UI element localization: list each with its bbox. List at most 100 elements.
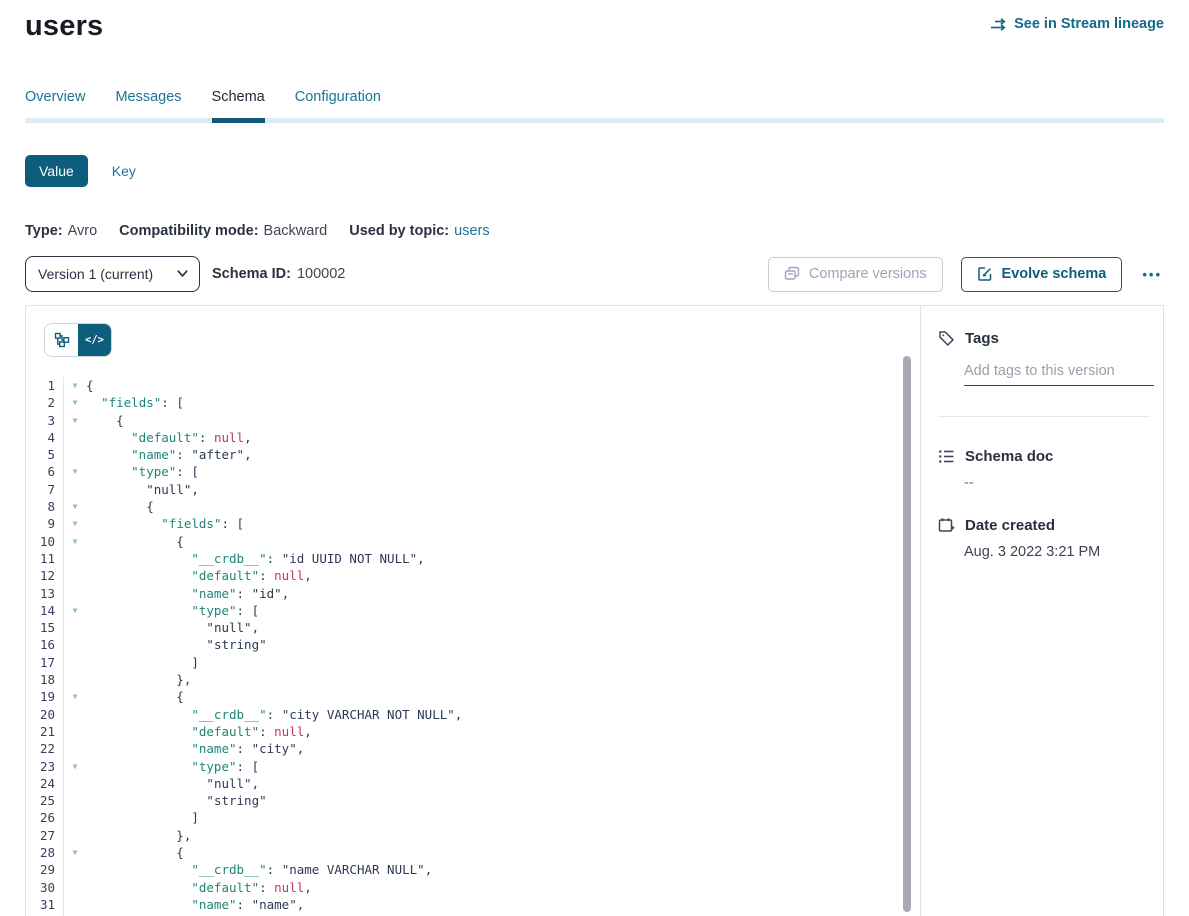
version-bar: Version 1 (current) Schema ID: 100002 bbox=[25, 256, 1164, 292]
fold-toggle-icon[interactable]: ▼ bbox=[64, 394, 86, 411]
fold-spacer bbox=[64, 775, 86, 792]
fold-toggle-icon[interactable]: ▼ bbox=[64, 688, 86, 705]
code-text: { bbox=[86, 412, 920, 429]
code-text: "__crdb__": "city VARCHAR NOT NULL", bbox=[86, 706, 920, 723]
code-line: 10▼ { bbox=[26, 533, 920, 550]
line-number: 6 bbox=[26, 463, 64, 480]
code-view-button[interactable]: </> bbox=[78, 324, 111, 356]
line-number: 27 bbox=[26, 827, 64, 844]
tab-overview[interactable]: Overview bbox=[25, 89, 85, 118]
page-header: users See in Stream lineage bbox=[25, 0, 1164, 43]
line-number: 31 bbox=[26, 896, 64, 913]
code-text: { bbox=[86, 844, 920, 861]
code-text: }, bbox=[86, 827, 920, 844]
tags-section: Tags bbox=[938, 330, 1150, 417]
evolve-schema-label: Evolve schema bbox=[1002, 266, 1107, 282]
code-line: 8▼ { bbox=[26, 498, 920, 515]
fold-toggle-icon[interactable]: ▼ bbox=[64, 533, 86, 550]
fold-toggle-icon[interactable]: ▼ bbox=[64, 377, 86, 394]
fold-toggle-icon[interactable]: ▼ bbox=[64, 463, 86, 480]
code-text: "name": "name", bbox=[86, 896, 920, 913]
code-text: { bbox=[86, 688, 920, 705]
line-number: 16 bbox=[26, 636, 64, 653]
version-select[interactable]: Version 1 (current) bbox=[25, 256, 200, 292]
code-line: 7 "null", bbox=[26, 481, 920, 498]
schema-page: users See in Stream lineage Overview Mes… bbox=[0, 0, 1189, 916]
line-number: 29 bbox=[26, 861, 64, 878]
schema-workspace: </> 1▼{2▼ "fields": [3▼ {4 "default": nu… bbox=[25, 305, 1164, 916]
code-text: "string" bbox=[86, 792, 920, 809]
compatibility-value: Backward bbox=[264, 223, 328, 239]
schema-json-code: 1▼{2▼ "fields": [3▼ {4 "default": null,5… bbox=[26, 377, 920, 916]
code-text: { bbox=[86, 377, 920, 394]
schema-id-value: 100002 bbox=[297, 266, 345, 282]
fold-toggle-icon[interactable]: ▼ bbox=[64, 602, 86, 619]
code-line: 3▼ { bbox=[26, 412, 920, 429]
fold-toggle-icon[interactable]: ▼ bbox=[64, 412, 86, 429]
see-in-stream-lineage-link[interactable]: See in Stream lineage bbox=[990, 16, 1164, 32]
fold-spacer bbox=[64, 446, 86, 463]
line-number: 4 bbox=[26, 429, 64, 446]
code-line: 27 }, bbox=[26, 827, 920, 844]
schema-type: Type: Avro bbox=[25, 223, 97, 239]
line-number: 2 bbox=[26, 394, 64, 411]
compatibility-label: Compatibility mode: bbox=[119, 223, 258, 239]
line-number: 8 bbox=[26, 498, 64, 515]
fold-spacer bbox=[64, 809, 86, 826]
code-line: 11 "__crdb__": "id UUID NOT NULL", bbox=[26, 550, 920, 567]
type-label: Type: bbox=[25, 223, 63, 239]
code-line: 18 }, bbox=[26, 671, 920, 688]
code-line: 22 "name": "city", bbox=[26, 740, 920, 757]
fold-spacer bbox=[64, 706, 86, 723]
line-number: 14 bbox=[26, 602, 64, 619]
code-line: 6▼ "type": [ bbox=[26, 463, 920, 480]
value-toggle-button[interactable]: Value bbox=[25, 155, 88, 187]
code-text: "fields": [ bbox=[86, 515, 920, 532]
code-text: "__crdb__": "id UUID NOT NULL", bbox=[86, 550, 920, 567]
code-line: 12 "default": null, bbox=[26, 567, 920, 584]
code-text: }, bbox=[86, 671, 920, 688]
code-line: 1▼{ bbox=[26, 377, 920, 394]
fold-toggle-icon[interactable]: ▼ bbox=[64, 515, 86, 532]
compare-versions-button[interactable]: Compare versions bbox=[768, 257, 943, 292]
more-actions-button[interactable]: ••• bbox=[1140, 267, 1164, 282]
evolve-schema-button[interactable]: Evolve schema bbox=[961, 257, 1123, 292]
line-number: 21 bbox=[26, 723, 64, 740]
schema-doc-header: Schema doc bbox=[938, 448, 1150, 465]
tags-title: Tags bbox=[965, 330, 999, 347]
tag-icon bbox=[938, 330, 955, 347]
vertical-scrollbar[interactable] bbox=[903, 356, 911, 912]
code-text: "name": "id", bbox=[86, 585, 920, 602]
fold-spacer bbox=[64, 740, 86, 757]
fold-toggle-icon[interactable]: ▼ bbox=[64, 758, 86, 775]
code-line: 23▼ "type": [ bbox=[26, 758, 920, 775]
add-tags-input[interactable] bbox=[964, 361, 1154, 386]
line-number: 19 bbox=[26, 688, 64, 705]
tab-configuration[interactable]: Configuration bbox=[295, 89, 381, 118]
code-line: 9▼ "fields": [ bbox=[26, 515, 920, 532]
line-number: 13 bbox=[26, 585, 64, 602]
used-by-topic-link[interactable]: users bbox=[454, 223, 489, 239]
tree-view-button[interactable] bbox=[45, 324, 78, 356]
fold-toggle-icon[interactable]: ▼ bbox=[64, 844, 86, 861]
line-number: 10 bbox=[26, 533, 64, 550]
date-created-title: Date created bbox=[965, 517, 1055, 534]
fold-spacer bbox=[64, 619, 86, 636]
line-number: 15 bbox=[26, 619, 64, 636]
code-view-icon: </> bbox=[85, 334, 104, 346]
schema-doc-value: -- bbox=[964, 475, 1150, 491]
line-number: 1 bbox=[26, 377, 64, 394]
sidebar-divider bbox=[938, 416, 1150, 417]
tags-header: Tags bbox=[938, 330, 1150, 347]
key-toggle-link[interactable]: Key bbox=[112, 163, 136, 179]
fold-toggle-icon[interactable]: ▼ bbox=[64, 498, 86, 515]
tab-schema[interactable]: Schema bbox=[212, 89, 265, 118]
edit-schema-icon bbox=[977, 266, 993, 282]
tab-messages[interactable]: Messages bbox=[115, 89, 181, 118]
version-select-wrap: Version 1 (current) bbox=[25, 256, 200, 292]
code-line: 5 "name": "after", bbox=[26, 446, 920, 463]
line-number: 7 bbox=[26, 481, 64, 498]
date-created-value: Aug. 3 2022 3:21 PM bbox=[964, 544, 1150, 560]
line-number: 28 bbox=[26, 844, 64, 861]
schema-id-label: Schema ID: bbox=[212, 266, 291, 282]
